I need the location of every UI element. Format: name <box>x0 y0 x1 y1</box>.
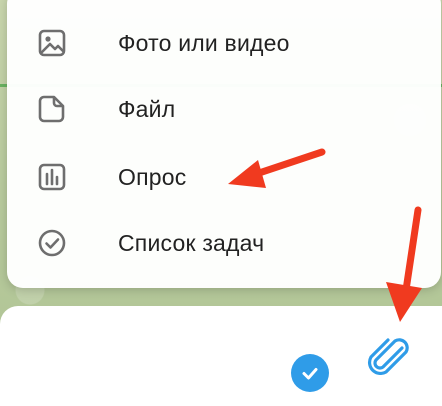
menu-item-label: Файл <box>118 95 176 122</box>
menu-item-label: Фото или видео <box>118 29 290 56</box>
attach-button[interactable] <box>364 330 414 380</box>
menu-item-file[interactable]: Файл <box>7 76 441 142</box>
checkmark-icon <box>302 368 318 380</box>
photo-video-icon <box>37 28 67 58</box>
checklist-icon <box>37 228 67 258</box>
paperclip-icon <box>367 338 409 376</box>
poll-icon <box>37 162 67 192</box>
menu-item-label: Список задач <box>118 229 265 256</box>
file-icon <box>37 94 67 124</box>
checkmark-button[interactable] <box>291 354 329 392</box>
menu-item-photo-video[interactable]: Фото или видео <box>7 10 441 76</box>
menu-item-checklist[interactable]: Список задач <box>7 210 441 276</box>
attach-menu: Фото или видео Файл Опрос Список задач <box>7 0 441 288</box>
menu-item-poll[interactable]: Опрос <box>7 144 441 210</box>
menu-item-label: Опрос <box>118 163 187 190</box>
